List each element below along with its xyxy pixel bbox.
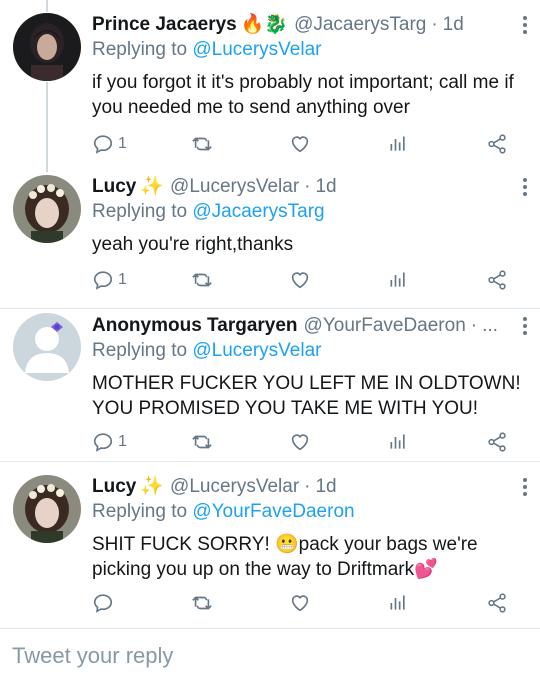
reply-to-link[interactable]: @LucerysVelar [192, 340, 321, 361]
tweet-2[interactable]: Lucy ✨ @LucerysVelar · 1d Replying to @J… [0, 170, 540, 308]
tweet-3[interactable]: Anonymous Targaryen @YourFaveDaeron · ..… [0, 309, 540, 461]
dot-separator: · [304, 176, 311, 197]
replying-to-label: Replying to [92, 340, 193, 361]
like-button[interactable] [289, 131, 311, 157]
retweet-button[interactable] [190, 590, 214, 616]
reply-icon [93, 135, 113, 154]
avatar-image [13, 313, 81, 381]
display-name[interactable]: Lucy [92, 174, 136, 200]
reply-to-link[interactable]: @YourFaveDaeron [192, 501, 354, 522]
analytics-icon [390, 136, 405, 151]
replying-to: Replying to @LucerysVelar [92, 339, 526, 363]
analytics-icon [390, 595, 405, 610]
analytics-button[interactable] [388, 267, 408, 293]
replying-to-label: Replying to [92, 201, 193, 222]
analytics-button[interactable] [388, 131, 408, 157]
more-options-icon[interactable] [518, 176, 532, 198]
avatar-image [13, 13, 81, 81]
reply-button[interactable]: 1 [92, 131, 127, 157]
reply-icon [93, 594, 113, 613]
display-name[interactable]: Anonymous Targaryen [92, 313, 298, 339]
like-button[interactable] [289, 429, 311, 455]
timestamp[interactable]: 1d [315, 474, 336, 500]
replying-to-label: Replying to [92, 39, 193, 60]
retweet-icon [192, 596, 212, 610]
dot-separator: · [470, 315, 478, 336]
reply-count: 1 [118, 135, 127, 152]
replying-to: Replying to @LucerysVelar [92, 38, 526, 62]
retweet-icon [192, 273, 212, 287]
share-icon [488, 432, 506, 452]
avatar[interactable] [13, 175, 81, 243]
reply-button[interactable]: 1 [92, 429, 127, 455]
heart-icon [291, 136, 309, 153]
analytics-button[interactable] [388, 429, 408, 455]
reply-button[interactable] [92, 590, 118, 616]
tweet-text: MOTHER FUCKER YOU LEFT ME IN OLDTOWN! YO… [92, 373, 521, 419]
display-name[interactable]: Lucy [92, 474, 136, 500]
reply-to-link[interactable]: @JacaerysTarg [192, 201, 324, 222]
retweet-button[interactable] [190, 131, 214, 157]
heart-icon [291, 595, 309, 612]
more-options-icon[interactable] [518, 315, 532, 337]
heart-icon [291, 272, 309, 289]
tweet-4[interactable]: Lucy ✨ @LucerysVelar · 1d Replying to @Y… [0, 462, 540, 628]
retweet-icon [192, 435, 212, 449]
replying-to: Replying to @JacaerysTarg [92, 200, 526, 224]
analytics-icon [390, 272, 405, 287]
share-icon [488, 270, 506, 290]
reply-input[interactable]: Tweet your reply [12, 643, 173, 669]
analytics-button[interactable] [388, 590, 408, 616]
share-icon [488, 134, 506, 154]
share-icon [488, 593, 506, 613]
user-handle[interactable]: @LucerysVelar [170, 174, 299, 200]
retweet-button[interactable] [190, 267, 214, 293]
avatar-image [13, 175, 81, 243]
share-button[interactable] [486, 429, 508, 455]
replying-to: Replying to @YourFaveDaeron [92, 500, 526, 524]
avatar[interactable] [13, 475, 81, 543]
user-handle[interactable]: @YourFaveDaeron [304, 313, 466, 339]
reply-icon [93, 433, 113, 452]
tweet-1[interactable]: Prince Jacaerys 🔥🐉 @JacaerysTarg · 1d Re… [0, 0, 540, 170]
dot-separator: · [304, 476, 311, 497]
share-button[interactable] [486, 267, 508, 293]
reply-button[interactable]: 1 [92, 267, 127, 293]
user-handle[interactable]: @JacaerysTarg [294, 12, 426, 38]
tweet-text: if you forgot it it's probably not impor… [92, 72, 514, 118]
more-options-icon[interactable] [518, 14, 532, 36]
retweet-icon [192, 137, 212, 151]
reply-count: 1 [118, 271, 127, 288]
more-options-icon[interactable] [518, 476, 532, 498]
display-name[interactable]: Prince Jacaerys [92, 12, 237, 38]
reply-to-link[interactable]: @LucerysVelar [192, 39, 321, 60]
replying-to-label: Replying to [92, 501, 193, 522]
like-button[interactable] [289, 267, 311, 293]
heart-icon [291, 434, 309, 451]
share-button[interactable] [486, 131, 508, 157]
user-handle[interactable]: @LucerysVelar [170, 474, 299, 500]
like-button[interactable] [289, 590, 311, 616]
avatar[interactable] [13, 313, 81, 381]
timestamp[interactable]: 1d [315, 174, 336, 200]
reply-icon [93, 271, 113, 290]
avatar[interactable] [13, 13, 81, 81]
dot-separator: · [431, 14, 438, 35]
name-emoji: ✨ [140, 476, 165, 497]
retweet-button[interactable] [190, 429, 214, 455]
name-emoji: ✨ [140, 176, 165, 197]
analytics-icon [390, 434, 405, 449]
timestamp[interactable]: ... [482, 313, 498, 339]
tweet-text: SHIT FUCK SORRY! 😬pack your bags we're p… [92, 534, 478, 580]
tweet-text: yeah you're right,thanks [92, 234, 294, 255]
reply-count: 1 [118, 433, 127, 450]
timestamp[interactable]: 1d [443, 12, 464, 38]
share-button[interactable] [486, 590, 508, 616]
reply-composer[interactable]: Tweet your reply [0, 628, 540, 690]
avatar-image [13, 475, 81, 543]
name-emoji: 🔥🐉 [240, 14, 289, 35]
